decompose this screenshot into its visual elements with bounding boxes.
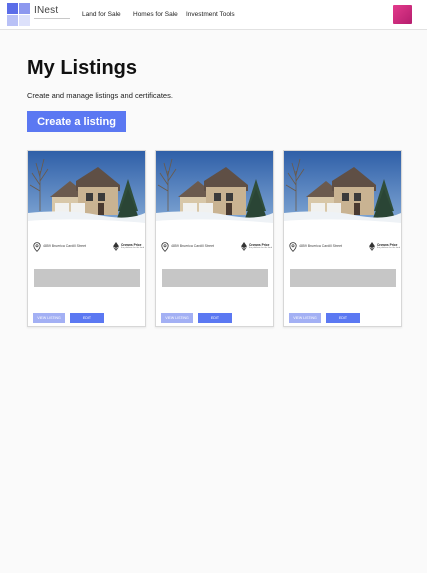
logo-text: INest — [34, 5, 59, 16]
logo-mark-square — [7, 15, 18, 26]
logo-mark-square — [19, 15, 30, 26]
listing-card: 4859 Bruerica Cardill Street Crowns Pric… — [283, 150, 402, 327]
listing-brand: Crowns Price the platform for the land — [369, 242, 401, 252]
brand-tagline: the platform for the land — [249, 247, 273, 249]
nav-investment-tools[interactable]: Investment Tools — [186, 11, 235, 18]
house-photo-image — [28, 151, 145, 235]
ethereum-icon — [113, 242, 119, 251]
listing-info-placeholder — [162, 269, 268, 287]
edit-listing-button[interactable]: EDIT — [326, 313, 360, 323]
ethereum-icon — [241, 242, 247, 251]
page-subtitle: Create and manage listings and certifica… — [27, 91, 173, 100]
view-listing-button[interactable]: VIEW LISTING — [33, 313, 65, 323]
listing-card: 4859 Bruerica Cardill Street Crowns Pric… — [155, 150, 274, 327]
edit-listing-button[interactable]: EDIT — [70, 313, 104, 323]
logo-underline — [34, 18, 70, 19]
view-listing-button[interactable]: VIEW LISTING — [289, 313, 321, 323]
brand-tagline: the platform for the land — [121, 247, 145, 249]
ethereum-icon — [369, 242, 375, 251]
create-listing-button[interactable]: Create a listing — [27, 111, 126, 132]
listing-address-row: 4859 Bruerica Cardill Street Crowns Pric… — [33, 242, 145, 252]
listing-brand: Crowns Price the platform for the land — [113, 242, 145, 252]
listing-brand: Crowns Price the platform for the land — [241, 242, 273, 252]
listing-address-row: 4859 Bruerica Cardill Street Crowns Pric… — [289, 242, 401, 252]
top-header: INest Land for Sale Homes for Sale Inves… — [0, 0, 427, 30]
view-listing-button[interactable]: VIEW LISTING — [161, 313, 193, 323]
user-avatar[interactable] — [393, 5, 412, 24]
listing-address: 4859 Bruerica Cardill Street — [299, 244, 342, 248]
brand-tagline: the platform for the land — [377, 247, 401, 249]
map-pin-icon — [33, 242, 41, 252]
logo-mark-square — [19, 3, 30, 14]
listing-address-row: 4859 Bruerica Cardill Street Crowns Pric… — [161, 242, 273, 252]
logo[interactable]: INest — [6, 3, 70, 27]
logo-mark-square — [7, 3, 18, 14]
listing-address: 4859 Bruerica Cardill Street — [171, 244, 214, 248]
house-photo-image — [284, 151, 401, 235]
edit-listing-button[interactable]: EDIT — [198, 313, 232, 323]
map-pin-icon — [161, 242, 169, 252]
listing-card: 4859 Bruerica Cardill Street Crowns Pric… — [27, 150, 146, 327]
map-pin-icon — [289, 242, 297, 252]
listing-info-placeholder — [290, 269, 396, 287]
house-photo-image — [156, 151, 273, 235]
listing-photo[interactable] — [28, 151, 145, 235]
listing-photo[interactable] — [156, 151, 273, 235]
nav-land-for-sale[interactable]: Land for Sale — [82, 11, 121, 18]
listing-photo[interactable] — [284, 151, 401, 235]
listing-address: 4859 Bruerica Cardill Street — [43, 244, 86, 248]
nav-homes-for-sale[interactable]: Homes for Sale — [133, 11, 178, 18]
page-title: My Listings — [27, 57, 138, 79]
listing-info-placeholder — [34, 269, 140, 287]
